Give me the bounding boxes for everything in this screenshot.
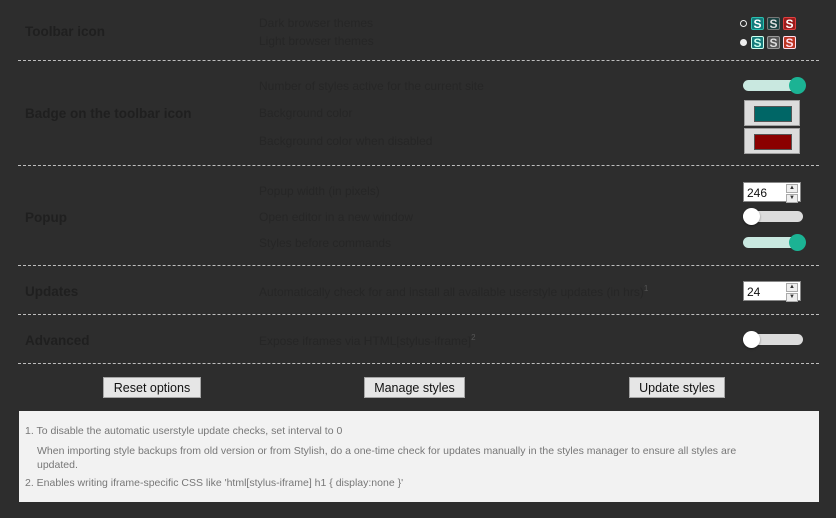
update-styles-button[interactable]: Update styles bbox=[629, 377, 725, 398]
section-updates: Updates Automatically check for and inst… bbox=[18, 266, 819, 315]
dark-radio[interactable] bbox=[740, 19, 747, 27]
styles-before-commands-label: Styles before commands bbox=[259, 236, 392, 250]
section-popup: Popup Popup width (in pixels) 246 ▲ ▼ Op… bbox=[18, 166, 819, 266]
spinner-down-icon[interactable]: ▼ bbox=[786, 194, 798, 203]
s-icon: S bbox=[751, 35, 764, 49]
spinner-up-icon[interactable]: ▲ bbox=[786, 184, 798, 193]
s-icon: S bbox=[751, 16, 764, 30]
update-interval-label: Automatically check for and install all … bbox=[259, 284, 648, 299]
footnotes-panel: 1. To disable the automatic userstyle up… bbox=[19, 411, 819, 502]
spinner-arrows[interactable]: ▲ ▼ bbox=[786, 184, 798, 203]
update-interval-input[interactable]: 24 ▲ ▼ bbox=[743, 281, 801, 302]
expose-iframes-toggle[interactable] bbox=[743, 331, 805, 348]
section-title-popup: Popup bbox=[25, 210, 67, 225]
footnote-2: 2. Enables writing iframe-specific CSS l… bbox=[25, 477, 404, 489]
manage-styles-button[interactable]: Manage styles bbox=[364, 377, 465, 398]
badge-count-toggle[interactable] bbox=[743, 77, 806, 94]
badge-bg-disabled-color-fill bbox=[754, 134, 792, 150]
spinner-arrows[interactable]: ▲ ▼ bbox=[786, 283, 798, 302]
styles-before-commands-toggle[interactable] bbox=[743, 234, 806, 251]
reset-options-button[interactable]: Reset options bbox=[103, 377, 201, 398]
popup-width-input[interactable]: 246 ▲ ▼ bbox=[743, 182, 801, 203]
s-icon: S bbox=[783, 16, 796, 30]
s-icon: S bbox=[783, 35, 796, 49]
dark-themes-label: Dark browser themes bbox=[259, 16, 374, 30]
section-title-badge: Badge on the toolbar icon bbox=[25, 106, 192, 121]
light-icon-option[interactable]: S S S bbox=[740, 34, 799, 50]
badge-bg-color-picker[interactable] bbox=[744, 100, 800, 126]
badge-bg-disabled-color-picker[interactable] bbox=[744, 128, 800, 154]
s-icon: S bbox=[767, 16, 780, 30]
update-interval-text: Automatically check for and install all … bbox=[259, 285, 644, 299]
badge-bg-label: Background color bbox=[259, 106, 353, 120]
spinner-down-icon[interactable]: ▼ bbox=[786, 293, 798, 302]
footnote-ref-2: 2 bbox=[471, 333, 476, 342]
expose-iframes-text: Expose iframes via HTML[stylus-iframe] bbox=[259, 334, 472, 348]
popup-width-value: 246 bbox=[747, 186, 768, 200]
section-advanced: Advanced Expose iframes via HTML[stylus-… bbox=[18, 315, 819, 364]
section-badge: Badge on the toolbar icon Number of styl… bbox=[18, 61, 819, 166]
section-title-updates: Updates bbox=[25, 284, 79, 299]
section-title-toolbar-icon: Toolbar icon bbox=[25, 24, 105, 39]
footnote-1-detail: When importing style backups from old ve… bbox=[37, 445, 737, 471]
expose-iframes-label: Expose iframes via HTML[stylus-iframe]2 bbox=[259, 333, 476, 348]
editor-window-toggle[interactable] bbox=[743, 208, 805, 225]
editor-window-label: Open editor in a new window bbox=[259, 210, 414, 224]
popup-width-label: Popup width (in pixels) bbox=[259, 184, 380, 198]
update-interval-value: 24 bbox=[747, 285, 761, 299]
s-icon: S bbox=[767, 35, 780, 49]
badge-bg-disabled-label: Background color when disabled bbox=[259, 134, 433, 148]
light-themes-label: Light browser themes bbox=[259, 34, 374, 48]
light-radio[interactable] bbox=[740, 38, 747, 46]
badge-bg-color-fill bbox=[754, 106, 792, 122]
badge-count-label: Number of styles active for the current … bbox=[259, 79, 484, 93]
section-toolbar-icon: Toolbar icon Dark browser themes Light b… bbox=[18, 0, 819, 61]
dark-icon-option[interactable]: S S S bbox=[740, 15, 799, 31]
section-title-advanced: Advanced bbox=[25, 333, 90, 348]
footnote-1: 1. To disable the automatic userstyle up… bbox=[25, 425, 343, 437]
spinner-up-icon[interactable]: ▲ bbox=[786, 283, 798, 292]
footnote-ref-1: 1 bbox=[643, 284, 649, 293]
